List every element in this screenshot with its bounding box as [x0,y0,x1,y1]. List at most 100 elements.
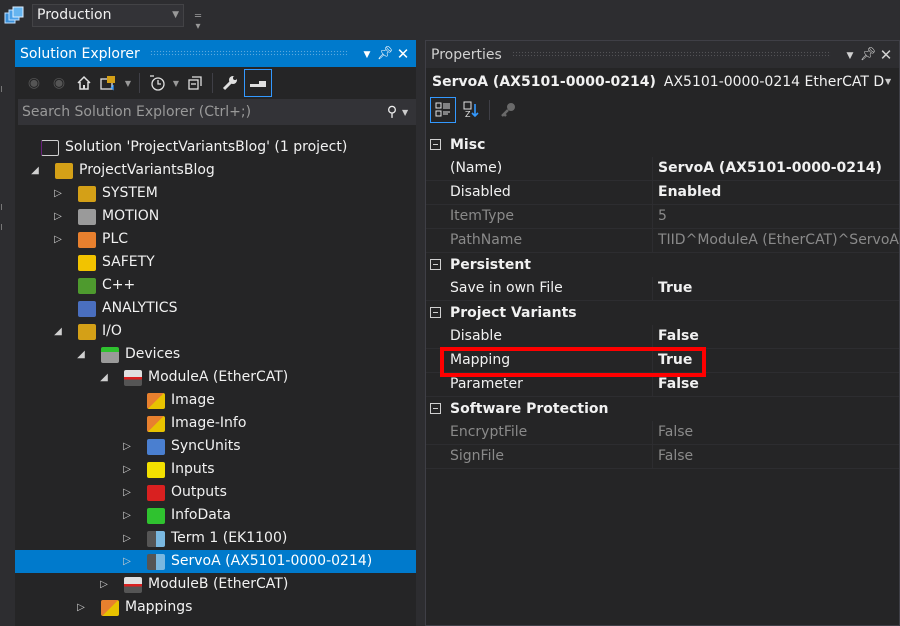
collapse-box-icon[interactable] [430,139,441,150]
property-value[interactable]: False [654,373,899,396]
switch-views-button[interactable] [98,72,120,94]
window-position-dropdown[interactable]: ▼ [841,47,859,62]
tree-node[interactable]: ▷ Mappings [15,596,416,619]
project-variants-icon [4,6,24,24]
pin-button[interactable]: 📌︎ [859,47,877,62]
property-category[interactable]: Persistent [426,253,899,277]
tree-node[interactable]: ANALYTICS [15,297,416,320]
pending-changes-dropdown[interactable]: ▼ [171,72,181,94]
expand-arrow-icon[interactable]: ▷ [52,182,64,205]
category-label: Project Variants [450,305,577,321]
solution-explorer-search-input[interactable]: Search Solution Explorer (Ctrl+;) ⚲ ▼ [18,99,416,125]
expand-arrow-icon[interactable]: ▷ [121,550,133,573]
pin-button[interactable]: 📌︎ [376,46,394,61]
object-selector[interactable]: ServoA (AX5101-0000-0214) AX5101-0000-02… [426,68,899,95]
tree-node[interactable]: ▷ Term 1 (EK1100) [15,527,416,550]
property-category[interactable]: Project Variants [426,301,899,325]
tree-node[interactable]: Image-Info [15,412,416,435]
tree-node[interactable]: ▷ SYSTEM [15,182,416,205]
properties-button[interactable] [219,72,241,94]
home-button[interactable] [73,72,95,94]
pending-changes-button[interactable] [146,72,168,94]
collapse-arrow-icon[interactable]: ◢ [29,159,41,182]
toolbar-overflow-button[interactable]: ═ ▾ [192,12,204,32]
property-row[interactable]: Save in own File True [426,277,899,301]
expand-arrow-icon[interactable]: ▷ [121,527,133,550]
drag-grip[interactable] [149,50,348,57]
tree-node[interactable]: ▷ SyncUnits [15,435,416,458]
property-value[interactable]: False [654,325,899,348]
pin-icon: 📌︎ [859,47,877,62]
expand-arrow-icon[interactable]: ▷ [75,596,87,619]
property-row[interactable]: SignFile False [426,445,899,469]
tree-node[interactable]: ◢ Devices [15,343,416,366]
preview-selected-items-button[interactable] [244,69,272,97]
expand-arrow-icon[interactable]: ▷ [121,504,133,527]
tree-node[interactable]: ▷ Outputs [15,481,416,504]
property-row[interactable]: Disabled Enabled [426,181,899,205]
expand-arrow-icon[interactable]: ▷ [52,228,64,251]
tree-node[interactable]: ▷ ModuleB (EtherCAT) [15,573,416,596]
search-icon[interactable]: ⚲ [382,104,402,120]
tree-node[interactable]: ◢ ModuleA (EtherCAT) [15,366,416,389]
tree-node[interactable]: ▷ InfoData [15,504,416,527]
solution-explorer-titlebar[interactable]: Solution Explorer ▼ 📌︎ ✕ [15,40,416,67]
property-pages-button[interactable] [497,99,519,121]
property-value[interactable]: True [654,277,899,300]
tree-node[interactable]: C++ [15,274,416,297]
project-icon [55,163,73,179]
tree-node[interactable]: ▷ PLC [15,228,416,251]
tree-node[interactable]: ◢ I/O [15,320,416,343]
tree-node-label: ANALYTICS [102,300,178,316]
collapse-arrow-icon[interactable]: ◢ [75,343,87,366]
expand-arrow-icon[interactable]: ▷ [121,435,133,458]
collapse-box-icon[interactable] [430,403,441,414]
property-row[interactable]: ItemType 5 [426,205,899,229]
alphabetical-button[interactable]: Z [460,99,482,121]
property-category[interactable]: Software Protection [426,397,899,421]
tree-node[interactable]: SAFETY [15,251,416,274]
tree-node[interactable]: ◢ ProjectVariantsBlog [15,159,416,182]
collapse-box-icon[interactable] [430,307,441,318]
expand-arrow-icon[interactable]: ▷ [121,458,133,481]
property-row[interactable]: Parameter False [426,373,899,397]
tree-node[interactable]: ▷ ServoA (AX5101-0000-0214) [15,550,416,573]
search-options-dropdown[interactable]: ▼ [402,108,416,117]
property-row[interactable]: PathNameTIID^ModuleA (EtherCAT)^ServoA (… [426,229,899,253]
switch-views-dropdown[interactable]: ▼ [123,72,133,94]
tree-node[interactable]: Solution 'ProjectVariantsBlog' (1 projec… [15,136,416,159]
collapse-all-button[interactable] [184,72,206,94]
expand-arrow-icon[interactable]: ▷ [121,481,133,504]
svg-text:Z: Z [465,110,471,119]
property-value[interactable]: True [654,349,899,372]
property-row[interactable]: (Name) ServoA (AX5101-0000-0214) [426,157,899,181]
chevron-down-icon: ▼ [124,78,132,88]
close-button[interactable]: ✕ [394,45,412,63]
expand-arrow-icon[interactable]: ▷ [52,205,64,228]
back-button[interactable]: ◉ [23,72,45,94]
collapse-box-icon[interactable] [430,259,441,270]
tree-node[interactable]: ▷ MOTION [15,205,416,228]
categorized-button[interactable] [430,97,456,123]
collapse-arrow-icon[interactable]: ◢ [98,366,110,389]
property-category[interactable]: Misc [426,133,899,157]
property-value[interactable]: Enabled [654,181,899,204]
variant-combo[interactable]: Production ▼ [32,4,184,27]
tree-node[interactable]: ▷ Inputs [15,458,416,481]
property-row[interactable]: EncryptFile False [426,421,899,445]
drag-grip[interactable] [511,51,831,58]
property-value[interactable]: ServoA (AX5101-0000-0214) [654,157,899,180]
property-row[interactable]: Mapping True [426,349,899,373]
infodata-icon [147,508,165,524]
search-placeholder: Search Solution Explorer (Ctrl+;) [22,104,252,120]
close-button[interactable]: ✕ [877,46,895,64]
expand-arrow-icon[interactable]: ▷ [98,573,110,596]
window-position-dropdown[interactable]: ▼ [358,46,376,61]
forward-button[interactable]: ◉ [48,72,70,94]
tree-node[interactable]: Image [15,389,416,412]
collapse-arrow-icon[interactable]: ◢ [52,320,64,343]
properties-titlebar[interactable]: Properties ▼ 📌︎ ✕ [426,41,899,68]
property-row[interactable]: Disable False [426,325,899,349]
tree-node-label: MOTION [102,208,160,224]
panel-title: Solution Explorer [20,45,140,62]
